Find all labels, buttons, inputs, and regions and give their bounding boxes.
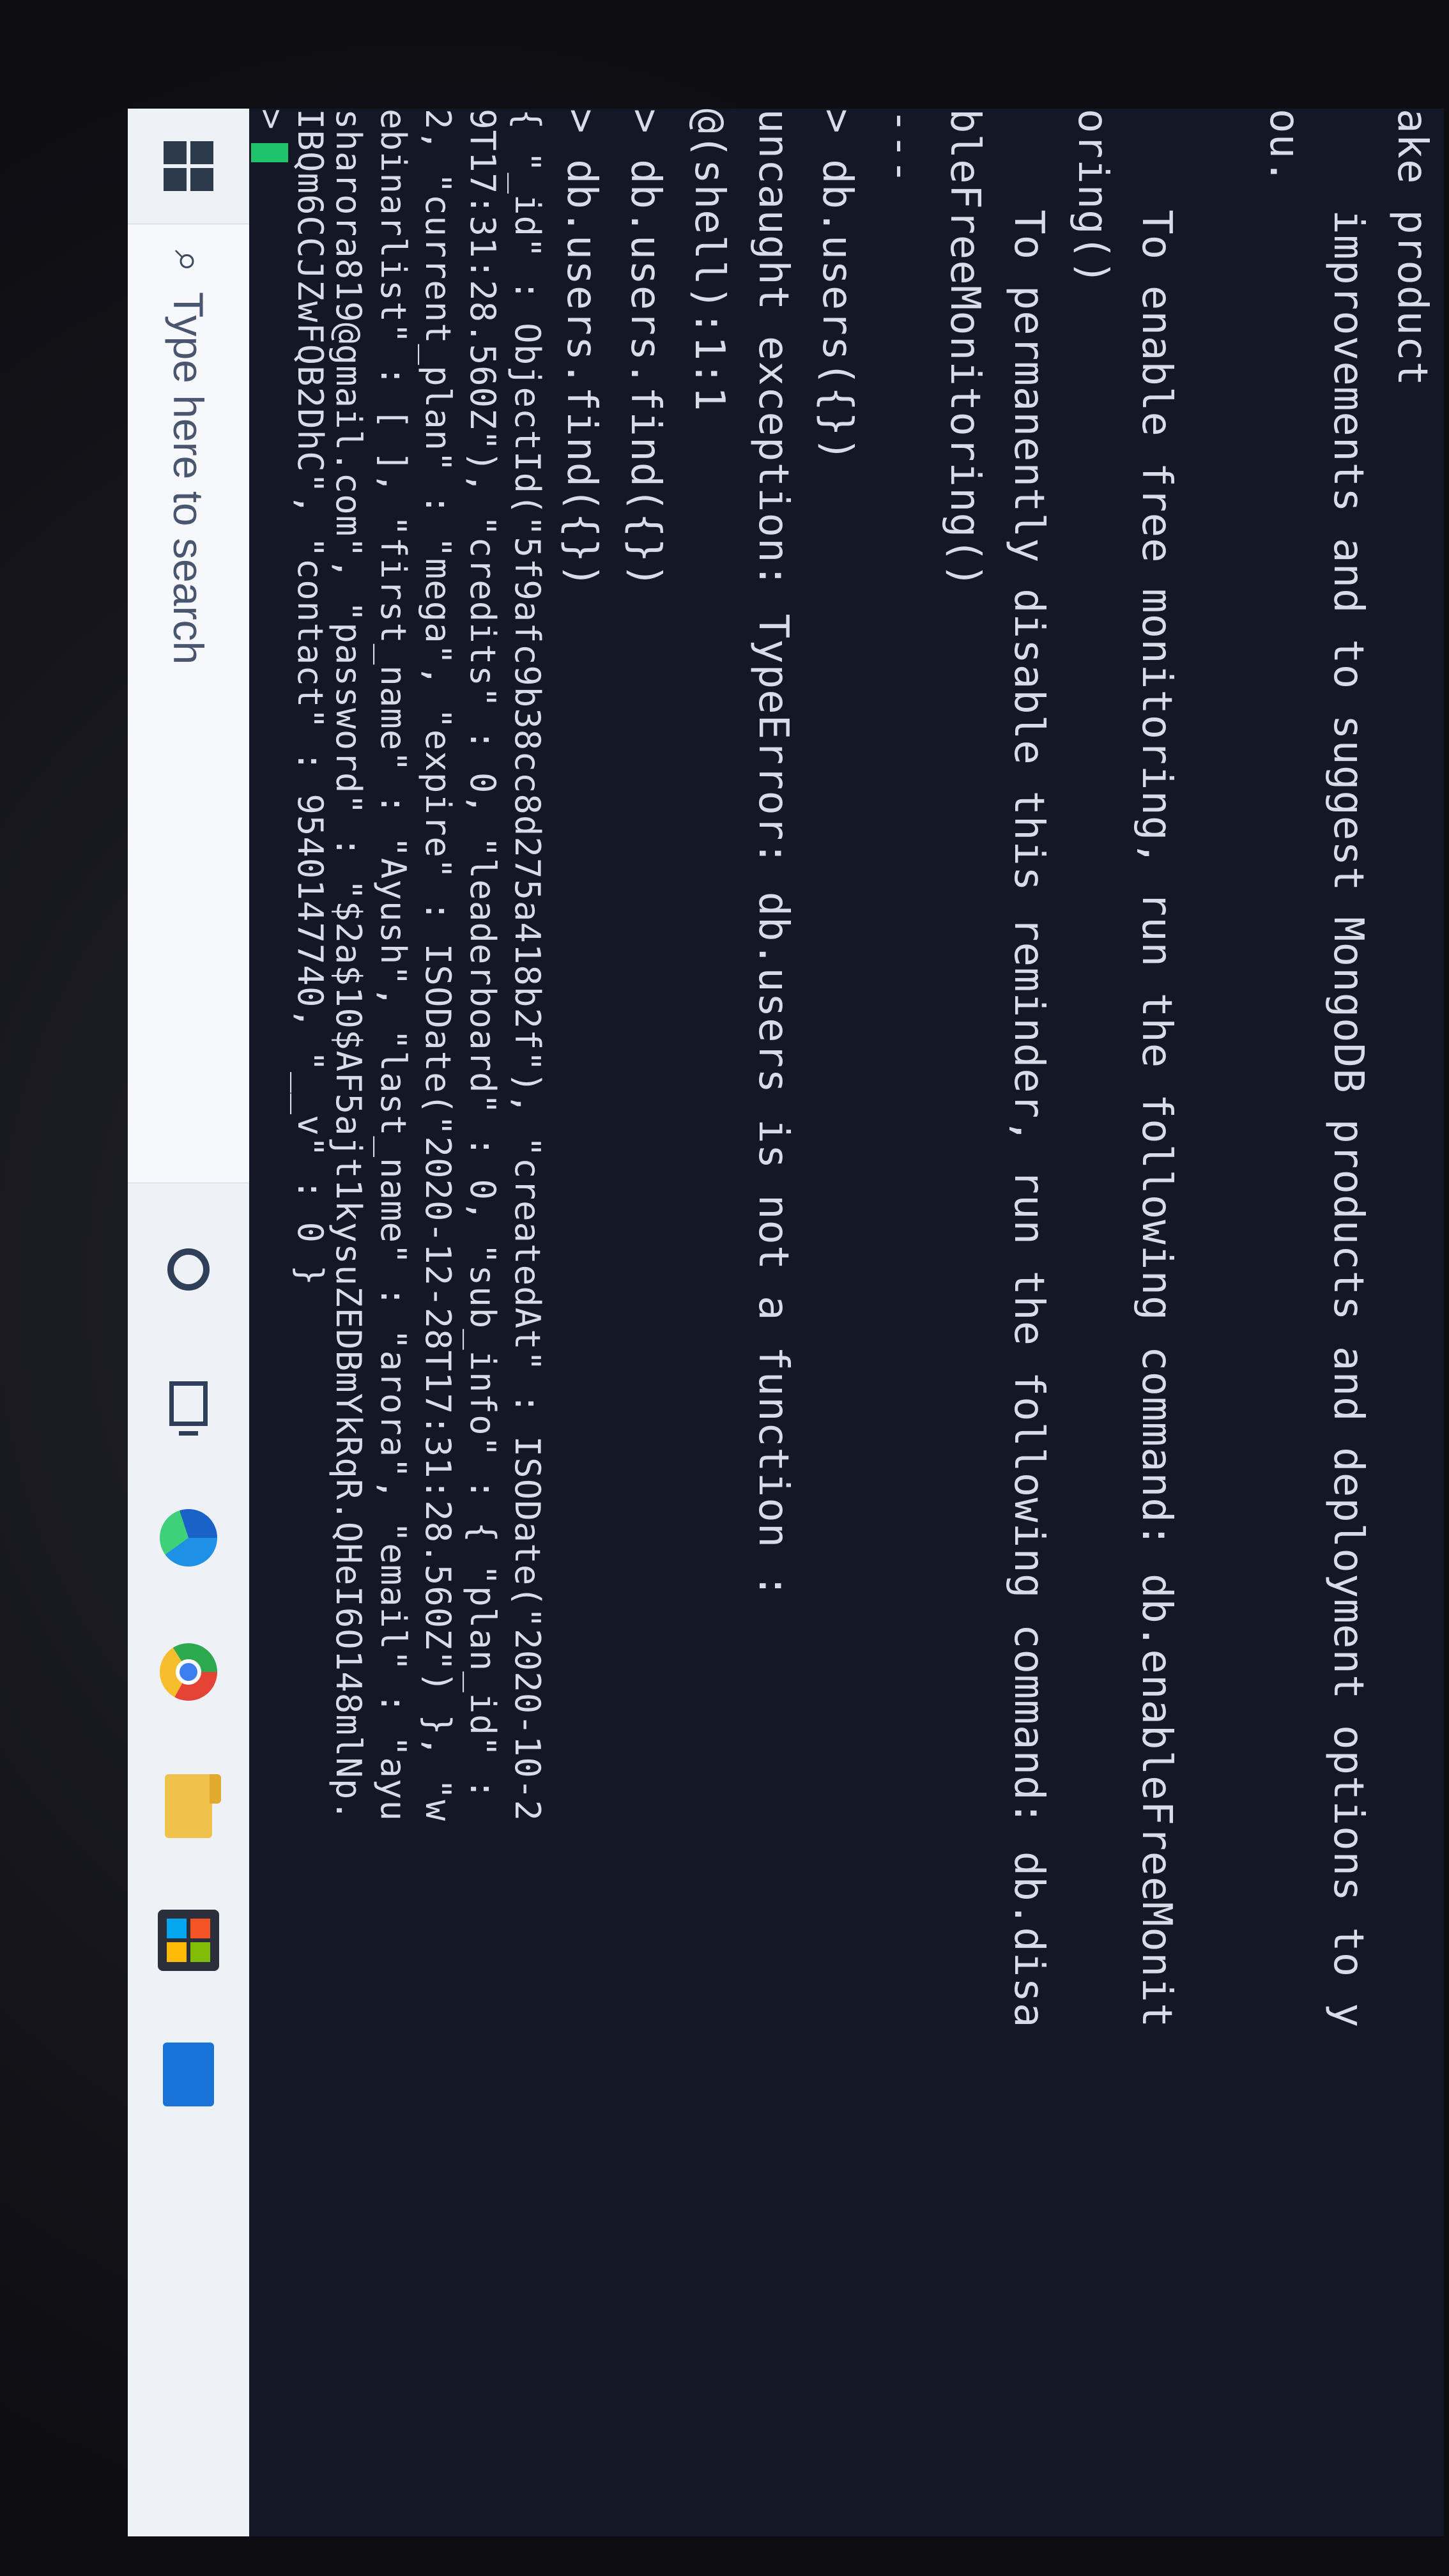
cortana-icon (167, 1248, 210, 1291)
console-line: To enable free monitoring, run the follo… (1133, 109, 1180, 2028)
mongo-shell-console[interactable]: ake product improvements and to suggest … (249, 109, 1444, 2536)
taskbar: ⌕ Type here to search (128, 109, 249, 2536)
chrome-button[interactable] (128, 1624, 249, 1720)
console-line: 9T17:31:28.560Z"), "credits" : 0, "leade… (463, 109, 503, 1800)
edge-icon (160, 1509, 217, 1567)
console-line: ou. (1261, 109, 1308, 185)
console-line: > db.users.find({}) (558, 109, 605, 589)
chrome-icon (160, 1643, 217, 1701)
file-explorer-button[interactable] (128, 1758, 249, 1854)
console-prompt[interactable]: > (249, 109, 294, 162)
start-button[interactable] (128, 109, 249, 224)
mail-icon (163, 2043, 214, 2106)
edge-button[interactable] (128, 1490, 249, 1586)
prompt-symbol: > (252, 109, 292, 130)
console-line: @(shell):1:1 (686, 109, 733, 412)
store-button[interactable] (128, 1892, 249, 1988)
console-line: ebinarlist" : [ ], "first_name" : "Ayush… (373, 109, 413, 1821)
store-icon (158, 1910, 219, 1971)
file-explorer-icon (165, 1774, 212, 1838)
task-view-icon (169, 1381, 208, 1426)
taskbar-search[interactable]: ⌕ Type here to search (128, 224, 249, 1183)
task-view-button[interactable] (128, 1356, 249, 1452)
console-line: uncaught exception: TypeError: db.users … (749, 109, 797, 1599)
text-cursor (250, 142, 288, 162)
console-line: To permanently disable this reminder, ru… (1005, 109, 1052, 2028)
search-placeholder: Type here to search (165, 291, 212, 665)
screen: ake product improvements and to suggest … (128, 109, 1444, 2536)
console-line: sharora819@gmail.com", "password" : "$2a… (328, 109, 369, 1821)
console-line: { "_id" : ObjectId("5f9afc9b38cc8d275a41… (507, 109, 548, 1821)
console-line: > db.users.find({}) (622, 109, 669, 589)
console-line: ake product (1388, 109, 1436, 387)
search-icon: ⌕ (165, 250, 212, 273)
cortana-button[interactable] (128, 1222, 249, 1317)
console-line: bleFreeMonitoring() (941, 109, 988, 589)
console-line: 2, "current_plan" : "mega", "expire" : I… (418, 109, 458, 1821)
console-line: improvements and to suggest MongoDB prod… (1324, 109, 1372, 2028)
console-line: IBQm6CCJZwFQB2DhC", "contact" : 95401477… (290, 109, 330, 1287)
console-line: oring() (1069, 109, 1116, 286)
windows-icon (164, 141, 213, 191)
mail-button[interactable] (128, 2027, 249, 2122)
console-line: --- (877, 109, 924, 185)
console-line: > db.users({}) (813, 109, 861, 463)
